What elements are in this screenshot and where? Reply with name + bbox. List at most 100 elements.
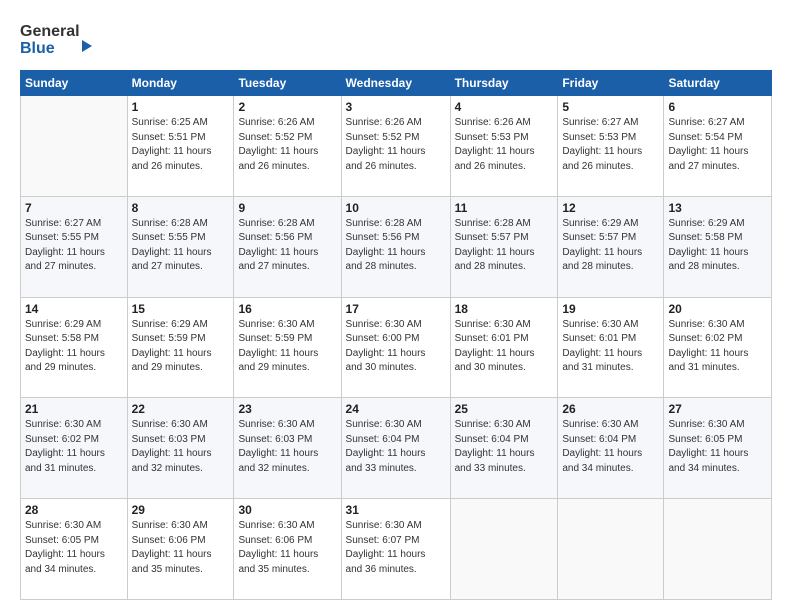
day-number: 24 <box>346 402 446 416</box>
day-info: Sunrise: 6:29 AM Sunset: 5:58 PM Dayligh… <box>668 217 767 275</box>
day-number: 18 <box>455 302 554 316</box>
weekday-header-row: SundayMondayTuesdayWednesdayThursdayFrid… <box>21 71 772 96</box>
day-info: Sunrise: 6:28 AM Sunset: 5:57 PM Dayligh… <box>455 217 554 275</box>
calendar-cell: 21Sunrise: 6:30 AM Sunset: 6:02 PM Dayli… <box>21 398 128 499</box>
calendar-cell: 26 Sunrise: 6:30 AM Sunset: 6:04 PM Dayli… <box>558 398 664 499</box>
day-number: 5 <box>562 100 659 114</box>
day-number: 15 <box>132 302 230 316</box>
calendar-cell: 9 Sunrise: 6:28 AM Sunset: 5:56 PM Daylig… <box>234 196 341 297</box>
day-number: 10 <box>346 201 446 215</box>
day-number: 22 <box>132 402 230 416</box>
day-info: Sunrise: 6:30 AM Sunset: 6:02 PM Dayligh… <box>668 318 767 376</box>
day-info: Sunrise: 6:30 AM Sunset: 6:04 PM Dayligh… <box>346 418 446 476</box>
week-row-1: 1 Sunrise: 6:25 AM Sunset: 5:51 PM Daylig… <box>21 96 772 197</box>
day-number: 26 <box>562 402 659 416</box>
day-info: Sunrise: 6:30 AM Sunset: 6:04 PM Dayligh… <box>562 418 659 476</box>
day-number: 9 <box>238 201 336 215</box>
day-number: 30 <box>238 503 336 517</box>
page: GeneralBlue SundayMondayTuesdayWednesday… <box>0 0 792 612</box>
day-number: 28 <box>25 503 123 517</box>
logo-svg: GeneralBlue <box>20 18 100 60</box>
calendar-cell: 19 Sunrise: 6:30 AM Sunset: 6:01 PM Dayli… <box>558 297 664 398</box>
day-number: 4 <box>455 100 554 114</box>
day-number: 31 <box>346 503 446 517</box>
day-number: 25 <box>455 402 554 416</box>
weekday-header-saturday: Saturday <box>664 71 772 96</box>
day-info: Sunrise: 6:30 AM Sunset: 6:06 PM Dayligh… <box>238 519 336 577</box>
day-number: 20 <box>668 302 767 316</box>
day-info: Sunrise: 6:30 AM Sunset: 6:03 PM Dayligh… <box>132 418 230 476</box>
day-number: 14 <box>25 302 123 316</box>
day-number: 12 <box>562 201 659 215</box>
svg-text:Blue: Blue <box>20 40 55 57</box>
calendar-cell: 30 Sunrise: 6:30 AM Sunset: 6:06 PM Dayli… <box>234 499 341 600</box>
calendar-cell: 10 Sunrise: 6:28 AM Sunset: 5:56 PM Dayli… <box>341 196 450 297</box>
day-info: Sunrise: 6:29 AM Sunset: 5:57 PM Dayligh… <box>562 217 659 275</box>
calendar-cell: 5 Sunrise: 6:27 AM Sunset: 5:53 PM Daylig… <box>558 96 664 197</box>
calendar-cell: 6 Sunrise: 6:27 AM Sunset: 5:54 PM Daylig… <box>664 96 772 197</box>
day-number: 13 <box>668 201 767 215</box>
weekday-header-tuesday: Tuesday <box>234 71 341 96</box>
day-info: Sunrise: 6:30 AM Sunset: 6:04 PM Dayligh… <box>455 418 554 476</box>
day-number: 3 <box>346 100 446 114</box>
calendar-cell: 20 Sunrise: 6:30 AM Sunset: 6:02 PM Dayli… <box>664 297 772 398</box>
day-info: Sunrise: 6:25 AM Sunset: 5:51 PM Dayligh… <box>132 116 230 174</box>
day-number: 29 <box>132 503 230 517</box>
day-info: Sunrise: 6:30 AM Sunset: 6:05 PM Dayligh… <box>668 418 767 476</box>
day-number: 23 <box>238 402 336 416</box>
calendar-cell: 13 Sunrise: 6:29 AM Sunset: 5:58 PM Dayli… <box>664 196 772 297</box>
calendar-cell: 2 Sunrise: 6:26 AM Sunset: 5:52 PM Daylig… <box>234 96 341 197</box>
svg-text:General: General <box>20 23 80 40</box>
weekday-header-wednesday: Wednesday <box>341 71 450 96</box>
day-number: 8 <box>132 201 230 215</box>
day-number: 16 <box>238 302 336 316</box>
day-number: 19 <box>562 302 659 316</box>
calendar-cell: 18 Sunrise: 6:30 AM Sunset: 6:01 PM Dayli… <box>450 297 558 398</box>
calendar-cell <box>21 96 128 197</box>
weekday-header-monday: Monday <box>127 71 234 96</box>
day-info: Sunrise: 6:26 AM Sunset: 5:52 PM Dayligh… <box>346 116 446 174</box>
week-row-4: 21Sunrise: 6:30 AM Sunset: 6:02 PM Dayli… <box>21 398 772 499</box>
calendar-cell: 15Sunrise: 6:29 AM Sunset: 5:59 PM Dayli… <box>127 297 234 398</box>
day-info: Sunrise: 6:30 AM Sunset: 6:01 PM Dayligh… <box>562 318 659 376</box>
day-info: Sunrise: 6:27 AM Sunset: 5:54 PM Dayligh… <box>668 116 767 174</box>
week-row-3: 14 Sunrise: 6:29 AM Sunset: 5:58 PM Dayli… <box>21 297 772 398</box>
day-info: Sunrise: 6:27 AM Sunset: 5:53 PM Dayligh… <box>562 116 659 174</box>
day-number: 17 <box>346 302 446 316</box>
header: GeneralBlue <box>20 18 772 60</box>
day-info: Sunrise: 6:30 AM Sunset: 6:03 PM Dayligh… <box>238 418 336 476</box>
calendar-cell <box>558 499 664 600</box>
day-number: 7 <box>25 201 123 215</box>
week-row-2: 7 Sunrise: 6:27 AM Sunset: 5:55 PM Daylig… <box>21 196 772 297</box>
logo: GeneralBlue <box>20 18 100 60</box>
weekday-header-thursday: Thursday <box>450 71 558 96</box>
calendar-cell: 25 Sunrise: 6:30 AM Sunset: 6:04 PM Dayli… <box>450 398 558 499</box>
calendar-cell: 24 Sunrise: 6:30 AM Sunset: 6:04 PM Dayli… <box>341 398 450 499</box>
day-info: Sunrise: 6:26 AM Sunset: 5:52 PM Dayligh… <box>238 116 336 174</box>
day-info: Sunrise: 6:28 AM Sunset: 5:56 PM Dayligh… <box>346 217 446 275</box>
day-number: 1 <box>132 100 230 114</box>
calendar-cell: 8Sunrise: 6:28 AM Sunset: 5:55 PM Daylig… <box>127 196 234 297</box>
day-number: 2 <box>238 100 336 114</box>
calendar-cell: 22 Sunrise: 6:30 AM Sunset: 6:03 PM Dayli… <box>127 398 234 499</box>
day-info: Sunrise: 6:30 AM Sunset: 6:02 PM Dayligh… <box>25 418 123 476</box>
day-info: Sunrise: 6:30 AM Sunset: 5:59 PM Dayligh… <box>238 318 336 376</box>
calendar-cell: 31Sunrise: 6:30 AM Sunset: 6:07 PM Dayli… <box>341 499 450 600</box>
calendar-cell: 1 Sunrise: 6:25 AM Sunset: 5:51 PM Daylig… <box>127 96 234 197</box>
calendar-cell: 7 Sunrise: 6:27 AM Sunset: 5:55 PM Daylig… <box>21 196 128 297</box>
calendar-cell: 3 Sunrise: 6:26 AM Sunset: 5:52 PM Daylig… <box>341 96 450 197</box>
weekday-header-sunday: Sunday <box>21 71 128 96</box>
day-info: Sunrise: 6:26 AM Sunset: 5:53 PM Dayligh… <box>455 116 554 174</box>
calendar-cell: 17 Sunrise: 6:30 AM Sunset: 6:00 PM Dayli… <box>341 297 450 398</box>
day-number: 6 <box>668 100 767 114</box>
day-info: Sunrise: 6:30 AM Sunset: 6:00 PM Dayligh… <box>346 318 446 376</box>
day-info: Sunrise: 6:28 AM Sunset: 5:56 PM Dayligh… <box>238 217 336 275</box>
calendar-cell: 27Sunrise: 6:30 AM Sunset: 6:05 PM Dayli… <box>664 398 772 499</box>
day-info: Sunrise: 6:27 AM Sunset: 5:55 PM Dayligh… <box>25 217 123 275</box>
week-row-5: 28Sunrise: 6:30 AM Sunset: 6:05 PM Dayli… <box>21 499 772 600</box>
day-info: Sunrise: 6:30 AM Sunset: 6:01 PM Dayligh… <box>455 318 554 376</box>
day-info: Sunrise: 6:29 AM Sunset: 5:58 PM Dayligh… <box>25 318 123 376</box>
calendar-cell: 4 Sunrise: 6:26 AM Sunset: 5:53 PM Daylig… <box>450 96 558 197</box>
calendar-cell: 16 Sunrise: 6:30 AM Sunset: 5:59 PM Dayli… <box>234 297 341 398</box>
calendar-cell <box>450 499 558 600</box>
